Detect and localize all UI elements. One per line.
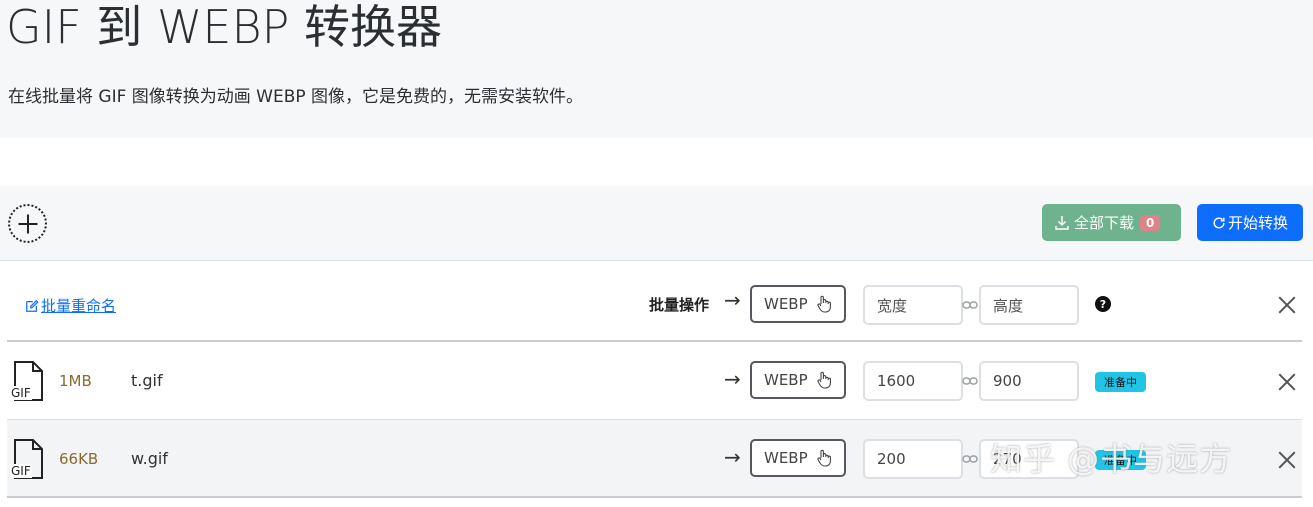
- download-count-badge: 0: [1140, 214, 1161, 231]
- file-name: t.gif: [131, 371, 163, 390]
- batch-ops-label: 批量操作: [649, 296, 710, 314]
- help-icon[interactable]: ?: [1095, 296, 1111, 312]
- hero-section: GIF 到 WEBP 转换器 在线批量将 GIF 图像转换为动画 WEBP 图像…: [0, 0, 1313, 138]
- close-icon[interactable]: [1277, 450, 1297, 470]
- pointer-hand-icon: [817, 449, 831, 467]
- batch-rename-label: 批量重命名: [41, 297, 117, 315]
- file-name: w.gif: [131, 449, 168, 468]
- file-format-value: WEBP: [764, 371, 808, 389]
- add-file-icon[interactable]: [8, 204, 47, 243]
- toolbar: 全部下载 0 开始转换: [0, 186, 1313, 261]
- download-all-button[interactable]: 全部下载 0: [1042, 204, 1181, 241]
- arrow-right-icon: →: [724, 445, 741, 469]
- batch-width-input[interactable]: 宽度: [863, 285, 963, 325]
- edit-icon: [26, 299, 39, 312]
- file-height-input[interactable]: 900: [979, 361, 1079, 401]
- download-all-label: 全部下载: [1074, 214, 1135, 232]
- start-convert-button[interactable]: 开始转换: [1197, 204, 1303, 241]
- file-width-input[interactable]: 1600: [863, 361, 963, 401]
- file-width-input[interactable]: 200: [863, 439, 963, 479]
- page-subtitle: 在线批量将 GIF 图像转换为动画 WEBP 图像，它是免费的，无需安装软件。: [8, 87, 584, 107]
- arrow-right-icon: →: [724, 288, 741, 312]
- arrow-right-icon: →: [724, 367, 741, 391]
- file-ext-label: GIF: [10, 386, 32, 400]
- batch-rename-link[interactable]: 批量重命名: [25, 295, 116, 316]
- close-icon[interactable]: [1277, 372, 1297, 392]
- batch-format-value: WEBP: [764, 295, 808, 313]
- file-size: 1MB: [59, 372, 92, 390]
- close-icon[interactable]: [1277, 295, 1297, 315]
- refresh-icon: [1213, 216, 1225, 228]
- pointer-hand-icon: [817, 295, 831, 313]
- file-ext-label: GIF: [10, 464, 32, 478]
- batch-operations-row: 批量重命名 批量操作 → WEBP 宽度 高度 ?: [7, 262, 1302, 342]
- status-badge: 准备中: [1095, 372, 1146, 392]
- start-convert-label: 开始转换: [1227, 214, 1288, 232]
- watermark: 知乎 @书与远方: [990, 440, 1233, 478]
- batch-format-select[interactable]: WEBP: [750, 285, 846, 323]
- file-format-value: WEBP: [764, 449, 808, 467]
- batch-height-input[interactable]: 高度: [979, 285, 1079, 325]
- download-icon: [1055, 215, 1069, 230]
- file-row: GIF 1MB t.gif → WEBP 1600 900 准备中: [7, 342, 1302, 420]
- link-icon: [962, 377, 978, 385]
- file-size: 66KB: [59, 450, 99, 468]
- file-format-select[interactable]: WEBP: [750, 439, 846, 477]
- pointer-hand-icon: [817, 371, 831, 389]
- link-icon: [962, 455, 978, 463]
- link-icon: [962, 301, 978, 309]
- page-title: GIF 到 WEBP 转换器: [6, 2, 442, 52]
- file-format-select[interactable]: WEBP: [750, 361, 846, 399]
- page-title-text: GIF 到 WEBP 转换器: [6, 0, 442, 54]
